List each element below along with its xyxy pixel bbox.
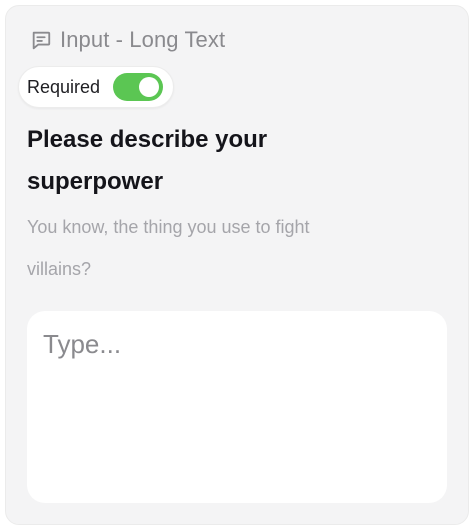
question-title[interactable]: Please describe your superpower xyxy=(27,119,427,203)
required-toggle-switch[interactable] xyxy=(113,73,164,101)
toggle-knob xyxy=(139,77,160,97)
message-square-text-icon xyxy=(30,29,52,51)
description-line-1: You know, the thing you use to fight xyxy=(27,217,310,237)
long-text-textarea[interactable]: Type... xyxy=(27,311,447,503)
question-line-2: superpower xyxy=(27,168,164,195)
question-description[interactable]: You know, the thing you use to fight vil… xyxy=(27,206,427,290)
field-type-title: Input - Long Text xyxy=(60,27,226,52)
description-line-2: villains? xyxy=(27,259,92,279)
required-toggle-pill[interactable]: Required xyxy=(18,66,175,108)
question-line-1: Please describe your xyxy=(27,126,268,153)
required-label: Required xyxy=(27,76,101,97)
long-text-input-card[interactable]: Input - Long Text Required Please descri… xyxy=(5,5,469,525)
field-type-header: Input - Long Text xyxy=(30,25,225,55)
textarea-placeholder: Type... xyxy=(43,329,122,359)
